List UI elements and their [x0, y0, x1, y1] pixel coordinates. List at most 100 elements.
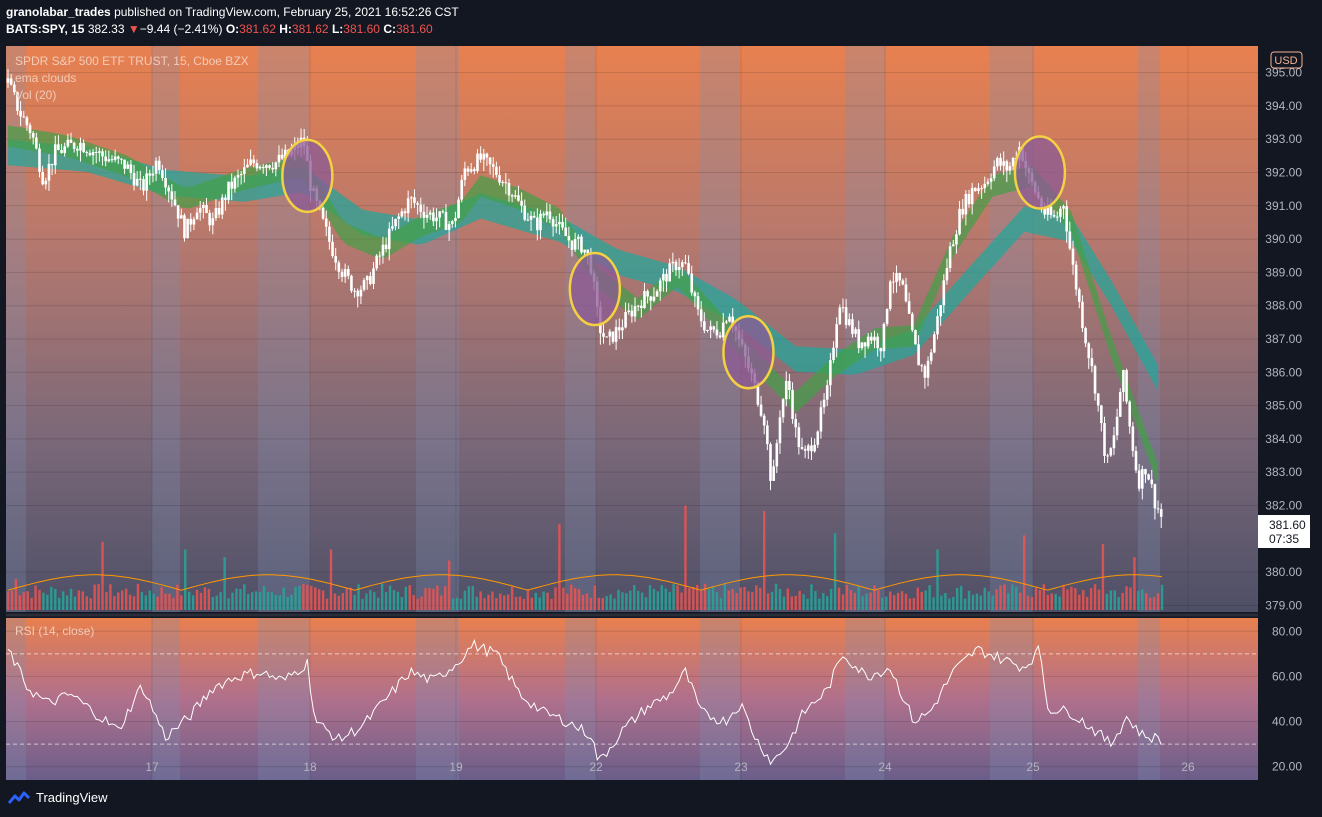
volume-bar — [22, 592, 25, 610]
candle-body — [614, 327, 618, 342]
volume-bar — [1074, 588, 1077, 610]
candle-body — [350, 275, 353, 291]
volume-bar — [755, 585, 758, 610]
published-text: published on TradingView.com, February 2… — [114, 5, 459, 19]
legend-volume[interactable]: Vol (20) — [15, 88, 56, 102]
candle-body — [1144, 469, 1147, 475]
volume-bar — [345, 588, 348, 610]
volume-bar — [861, 596, 864, 610]
volume-bar — [1003, 584, 1006, 610]
candle-body — [205, 204, 208, 214]
candle-body — [624, 312, 627, 328]
candle-body — [536, 217, 539, 231]
candle-body — [844, 307, 848, 325]
candle-body — [47, 163, 51, 181]
tradingview-brand: TradingView — [36, 790, 108, 805]
candle-body — [523, 205, 527, 220]
volume-bar — [904, 593, 908, 610]
candle-body — [488, 157, 492, 165]
legend-rsi[interactable]: RSI (14, close) — [15, 624, 94, 638]
time-tick-label: 23 — [734, 760, 748, 774]
candle-body — [91, 151, 95, 156]
volume-bar — [743, 586, 746, 610]
candle-body — [391, 226, 394, 229]
candle-body — [252, 159, 256, 164]
candle-body — [413, 197, 416, 204]
candle-body — [1008, 166, 1012, 171]
volume-bar — [463, 590, 467, 610]
price-pane[interactable] — [6, 46, 1258, 612]
chart-canvas[interactable]: 395.00394.00393.00392.00391.00390.00389.… — [0, 44, 1322, 782]
volume-bar — [763, 511, 766, 610]
session-band — [152, 46, 180, 612]
candle-body — [337, 262, 341, 272]
candle-body — [529, 215, 533, 220]
volume-bar — [747, 591, 750, 610]
volume-bar — [948, 598, 951, 610]
volume-bar — [1062, 584, 1065, 610]
volume-bar — [829, 588, 833, 610]
rsi-tick-label: 40.00 — [1272, 715, 1302, 729]
candle-body — [564, 227, 568, 237]
candle-body — [1065, 206, 1068, 232]
candle-body — [539, 213, 542, 231]
price-tick-label: 380.00 — [1265, 565, 1302, 579]
volume-bar — [963, 598, 967, 610]
time-tick-label: 24 — [878, 760, 892, 774]
volume-bar — [625, 593, 628, 610]
candle-body — [759, 404, 763, 416]
candle-body — [176, 205, 180, 219]
candle-body — [148, 173, 152, 176]
author-name: granolabar_trades — [6, 5, 111, 19]
candle-body — [110, 159, 114, 161]
candle-body — [709, 326, 712, 330]
volume-bar — [881, 597, 884, 610]
volume-bar — [58, 597, 61, 610]
volume-bar — [97, 584, 100, 610]
rsi-pane[interactable] — [6, 618, 1258, 780]
candle-body — [1043, 208, 1046, 215]
candle-body — [983, 183, 987, 189]
candle-body — [510, 195, 514, 197]
candle-body — [532, 215, 536, 218]
candle-body — [1011, 157, 1015, 167]
volume-bar — [652, 588, 656, 610]
volume-bar — [451, 598, 455, 610]
volume-bar — [250, 592, 254, 610]
volume-bar — [936, 549, 939, 610]
change: −9.44 (−2.41%) — [139, 22, 223, 36]
candle-body — [369, 276, 372, 285]
price-tick-label: 386.00 — [1265, 365, 1302, 379]
candle-body — [1106, 455, 1109, 457]
volume-bar — [1015, 586, 1018, 610]
volume-bar — [290, 594, 293, 610]
candle-body — [211, 218, 215, 226]
volume-bar — [640, 592, 644, 610]
volume-bar — [589, 597, 593, 610]
volume-bar — [321, 590, 325, 610]
volume-bar — [1160, 584, 1164, 610]
volume-bar — [1125, 586, 1128, 610]
candle-body — [721, 322, 725, 338]
high-value: 381.62 — [291, 22, 329, 36]
legend-ema-clouds[interactable]: ema clouds — [15, 71, 76, 85]
volume-bar — [952, 597, 955, 610]
volume-bar — [597, 597, 600, 610]
low-value: 381.60 — [343, 22, 380, 36]
volume-bar — [254, 591, 258, 610]
tradingview-logo[interactable]: TradingView — [8, 790, 108, 805]
price-tick-label: 394.00 — [1265, 99, 1302, 113]
volume-bar — [633, 585, 636, 610]
candle-body — [907, 301, 911, 314]
candle-body — [964, 194, 968, 215]
volume-bar — [711, 586, 715, 610]
candle-body — [346, 269, 350, 276]
candle-body — [507, 182, 511, 196]
volume-bar — [699, 590, 703, 610]
candle-body — [520, 200, 523, 206]
candle-body — [513, 195, 517, 197]
volume-bar — [30, 597, 33, 610]
candle-body — [580, 236, 583, 253]
candle-body — [517, 195, 520, 201]
candle-body — [72, 142, 76, 149]
